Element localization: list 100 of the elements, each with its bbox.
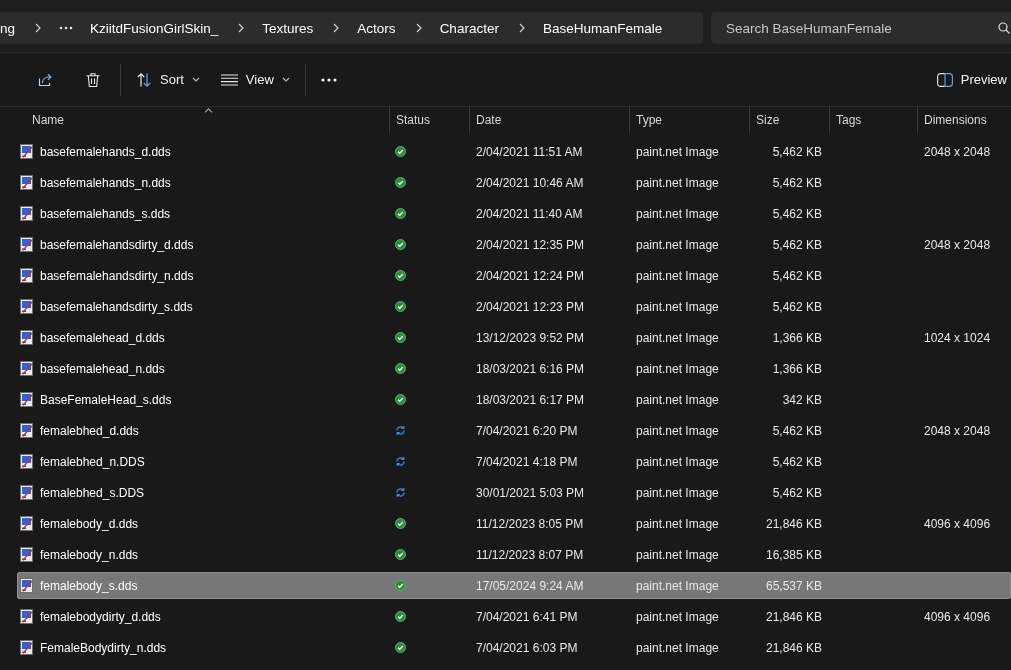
modified-date: 2/04/2021 11:51 AM [476,144,583,159]
file-type: paint.net Image [636,206,719,221]
ellipsis-icon [320,77,337,82]
file-size: 1,366 KB [772,361,822,376]
file-type: paint.net Image [636,330,719,345]
image-file-icon [20,516,33,531]
column-header[interactable]: Size [749,107,829,133]
file-name: basefemalehead_n.dds [40,361,165,376]
image-file-icon [20,609,33,624]
chevron-right-icon [238,23,245,33]
sort-button[interactable]: Sort [128,63,208,96]
file-name: basefemalehands_n.dds [40,175,171,190]
file-size: 21,846 KB [765,516,822,531]
file-size: 5,462 KB [772,423,822,438]
column-header[interactable]: Status [389,107,469,133]
caret-down-icon [281,77,290,82]
file-size: 5,462 KB [772,454,822,469]
file-row[interactable]: femalebody_d.dds 11/12/2023 8:05 PM paint.net Image 21,846 KB 4096 x 4096 [17,510,1011,537]
address-bar[interactable]: ng KziitdFusionGirlSkin_ Textures Actors Character BaseHumanFemale [0,12,703,44]
breadcrumb-item[interactable]: BaseHumanFemale [542,12,663,44]
file-row[interactable]: femalebodydirty_d.dds 7/04/2021 6:41 PM paint.net Image 21,846 KB 4096 x 4096 [17,603,1011,630]
file-row[interactable]: BaseFemaleHead_s.dds 18/03/2021 6:17 PM paint.net Image 342 KB [17,386,1011,413]
breadcrumb-item[interactable]: KziitdFusionGirlSkin_ [90,12,219,44]
chevron-right-icon [415,23,422,33]
file-size: 5,462 KB [772,485,822,500]
image-file-icon [20,392,33,407]
image-dimensions: 2048 x 2048 [924,423,991,438]
preview-button[interactable]: Preview [928,63,1011,96]
file-type: paint.net Image [636,268,719,283]
file-type: paint.net Image [636,485,719,500]
search-icon [998,22,1010,34]
trash-icon [85,71,101,88]
modified-date: 30/01/2021 5:03 PM [476,485,585,500]
file-name: FemaleBodydirty_n.dds [40,640,167,655]
file-name: femalebodydirty_d.dds [40,609,161,624]
column-header[interactable]: Type [629,107,749,133]
image-file-icon [20,144,33,159]
file-row[interactable]: basefemalehands_s.dds 2/04/2021 11:40 AM paint.net Image 5,462 KB [17,200,1011,227]
modified-date: 2/04/2021 11:40 AM [476,206,583,221]
column-header[interactable]: Date [469,107,629,133]
file-name: femalebody_n.dds [40,547,139,562]
image-file-icon [20,578,33,593]
file-row[interactable]: basefemalehands_d.dds 2/04/2021 11:51 AM paint.net Image 5,462 KB 2048 x 2048 [17,138,1011,165]
file-type: paint.net Image [636,640,719,655]
file-row[interactable]: basefemalehandsdirty_d.dds 2/04/2021 12:35 PM paint.net Image 5,462 KB 2048 x 2048 [17,231,1011,258]
file-row[interactable]: basefemalehands_n.dds 2/04/2021 10:46 AM paint.net Image 5,462 KB [17,169,1011,196]
image-file-icon [20,454,33,469]
file-type: paint.net Image [636,609,719,624]
file-row[interactable]: basefemalehead_n.dds 18/03/2021 6:16 PM paint.net Image 1,366 KB [17,355,1011,382]
image-file-icon [20,640,33,655]
file-row[interactable]: basefemalehandsdirty_n.dds 2/04/2021 12:24 PM paint.net Image 5,462 KB [17,262,1011,289]
file-size: 5,462 KB [772,144,822,159]
modified-date: 7/04/2021 6:03 PM [476,640,578,655]
file-row[interactable]: FemaleBodydirty_n.dds 7/04/2021 6:03 PM paint.net Image 21,846 KB [17,634,1011,661]
breadcrumb-item[interactable]: Character [439,12,499,44]
image-dimensions: 4096 x 4096 [924,516,991,531]
file-name: basefemalehead_d.dds [40,330,165,345]
file-type: paint.net Image [636,392,719,407]
file-row[interactable]: basefemalehandsdirty_s.dds 2/04/2021 12:23 PM paint.net Image 5,462 KB [17,293,1011,320]
modified-date: 11/12/2023 8:07 PM [476,547,584,562]
image-dimensions: 4096 x 4096 [924,609,991,624]
file-name: femalebhed_d.dds [40,423,139,438]
modified-date: 2/04/2021 10:46 AM [476,175,584,190]
breadcrumb-item[interactable]: ng [0,12,16,44]
file-row[interactable]: femalebhed_d.dds 7/04/2021 6:20 PM paint.net Image 5,462 KB 2048 x 2048 [17,417,1011,444]
breadcrumb-item[interactable]: Textures [262,12,314,44]
file-name: femalebody_s.dds [40,578,138,593]
view-button[interactable]: View [212,63,298,96]
file-size: 16,385 KB [765,547,822,562]
file-name: basefemalehands_s.dds [40,206,171,221]
image-dimensions: 2048 x 2048 [924,237,991,252]
file-name: basefemalehandsdirty_d.dds [40,237,194,252]
file-row[interactable]: basefemalehead_d.dds 13/12/2023 9:52 PM paint.net Image 1,366 KB 1024 x 1024 [17,324,1011,351]
file-name: femalebhed_s.DDS [40,485,145,500]
file-type: paint.net Image [636,237,719,252]
file-type: paint.net Image [636,361,719,376]
image-file-icon [20,485,33,500]
chevron-right-icon [333,23,340,33]
breadcrumb-item[interactable]: Actors [357,12,396,44]
image-file-icon [20,361,33,376]
search-field[interactable]: Search BaseHumanFemale [711,12,1011,44]
file-row[interactable]: femalebody_s.dds 17/05/2024 9:24 AM paint.net Image 65,537 KB [17,572,1011,599]
file-type: paint.net Image [636,578,719,593]
file-size: 5,462 KB [772,299,822,314]
modified-date: 2/04/2021 12:24 PM [476,268,585,283]
column-header[interactable]: Dimensions [917,107,1011,133]
file-row[interactable]: femalebhed_s.DDS 30/01/2021 5:03 PM paint.net Image 5,462 KB [17,479,1011,506]
file-name: femalebody_d.dds [40,516,139,531]
file-type: paint.net Image [636,547,719,562]
modified-date: 7/04/2021 6:20 PM [476,423,578,438]
file-type: paint.net Image [636,144,719,159]
file-row[interactable]: femalebody_n.dds 11/12/2023 8:07 PM paint.net Image 16,385 KB [17,541,1011,568]
file-type: paint.net Image [636,299,719,314]
chevron-right-icon [35,23,42,33]
modified-date: 7/04/2021 6:41 PM [476,609,578,624]
file-size: 65,537 KB [765,578,822,593]
column-header[interactable]: Tags [829,107,917,133]
column-header[interactable]: Name [17,107,389,133]
modified-date: 18/03/2021 6:16 PM [476,361,585,376]
file-row[interactable]: femalebhed_n.DDS 7/04/2021 4:18 PM paint.net Image 5,462 KB [17,448,1011,475]
